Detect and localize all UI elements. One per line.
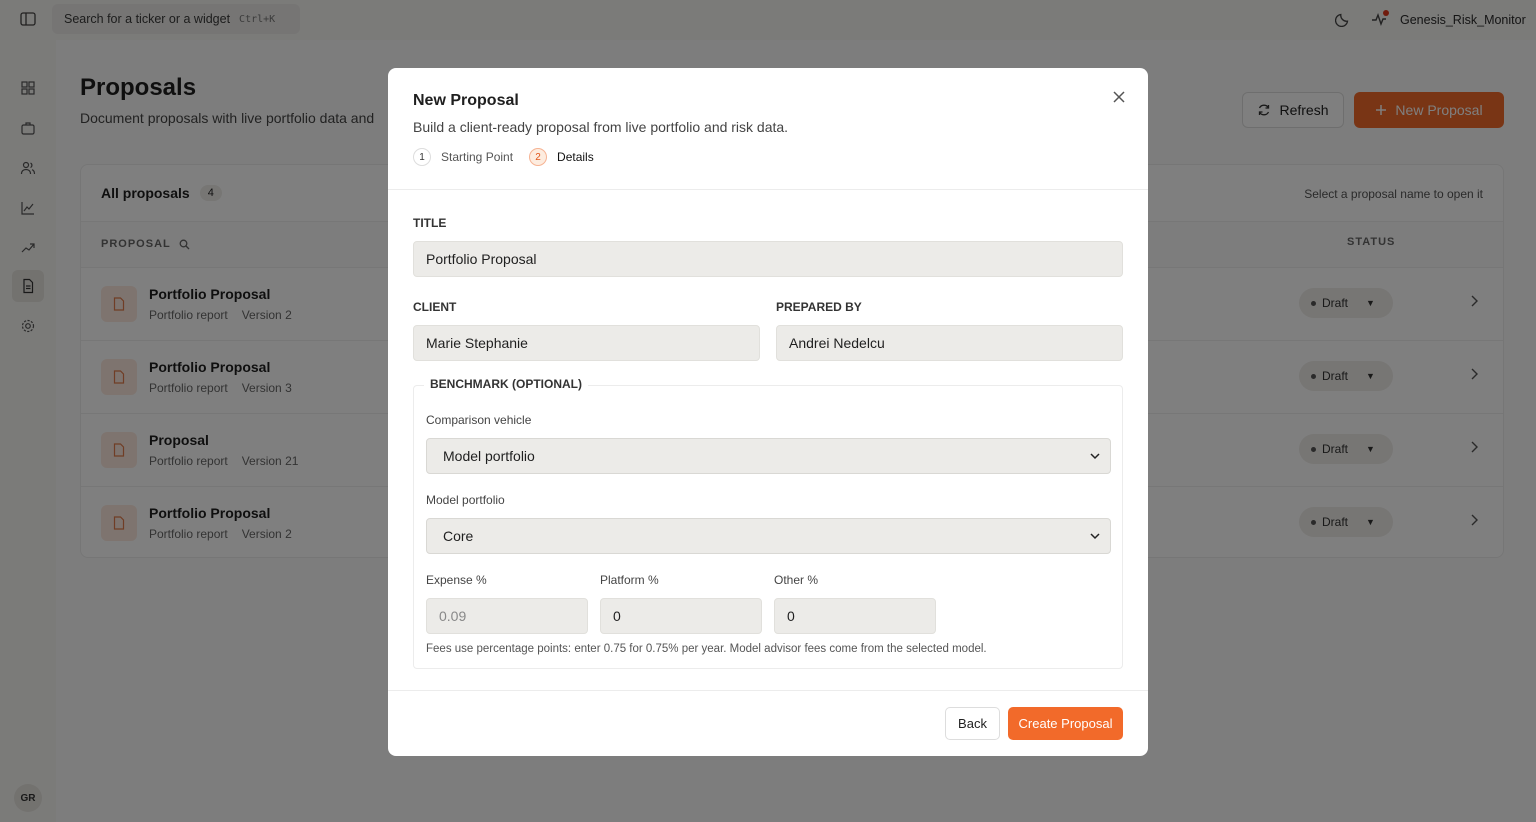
dialog-subtitle: Build a client-ready proposal from live …: [413, 119, 789, 135]
prepared-by-field[interactable]: Andrei Nedelcu: [776, 325, 1123, 361]
step-label-starting-point[interactable]: Starting Point: [441, 150, 513, 164]
benchmark-legend: BENCHMARK (OPTIONAL): [424, 377, 588, 391]
create-proposal-button[interactable]: Create Proposal: [1008, 707, 1123, 740]
other-field[interactable]: 0: [774, 598, 936, 634]
prepared-by-field-label: PREPARED BY: [776, 300, 862, 314]
comparison-vehicle-value: Model portfolio: [443, 448, 535, 464]
divider: [388, 189, 1148, 190]
step-number[interactable]: 1: [413, 148, 431, 166]
divider: [388, 690, 1148, 691]
title-field-label: TITLE: [413, 216, 447, 230]
step-label-details: Details: [557, 150, 594, 164]
other-label: Other %: [774, 573, 819, 587]
client-field-label: CLIENT: [413, 300, 457, 314]
chevron-down-icon: [1090, 453, 1100, 460]
expense-field[interactable]: 0.09: [426, 598, 588, 634]
model-portfolio-label: Model portfolio: [426, 493, 505, 507]
model-portfolio-select[interactable]: Core: [426, 518, 1111, 554]
chevron-down-icon: [1090, 533, 1100, 540]
new-proposal-dialog: New Proposal Build a client-ready propos…: [388, 68, 1148, 756]
benchmark-fieldset: BENCHMARK (OPTIONAL) Comparison vehicle …: [413, 377, 1123, 669]
expense-label: Expense %: [426, 573, 487, 587]
model-portfolio-value: Core: [443, 528, 474, 544]
fees-hint: Fees use percentage points: enter 0.75 f…: [426, 643, 987, 655]
platform-field[interactable]: 0: [600, 598, 762, 634]
client-field[interactable]: Marie Stephanie: [413, 325, 760, 361]
comparison-vehicle-select[interactable]: Model portfolio: [426, 438, 1111, 474]
close-icon[interactable]: [1112, 90, 1126, 104]
stepper: 1 Starting Point 2 Details: [413, 148, 594, 166]
back-button[interactable]: Back: [945, 707, 1000, 740]
dialog-title: New Proposal: [413, 92, 519, 109]
step-number: 2: [529, 148, 548, 166]
comparison-vehicle-label: Comparison vehicle: [426, 413, 532, 427]
platform-label: Platform %: [600, 573, 659, 587]
title-field[interactable]: Portfolio Proposal: [413, 241, 1123, 277]
